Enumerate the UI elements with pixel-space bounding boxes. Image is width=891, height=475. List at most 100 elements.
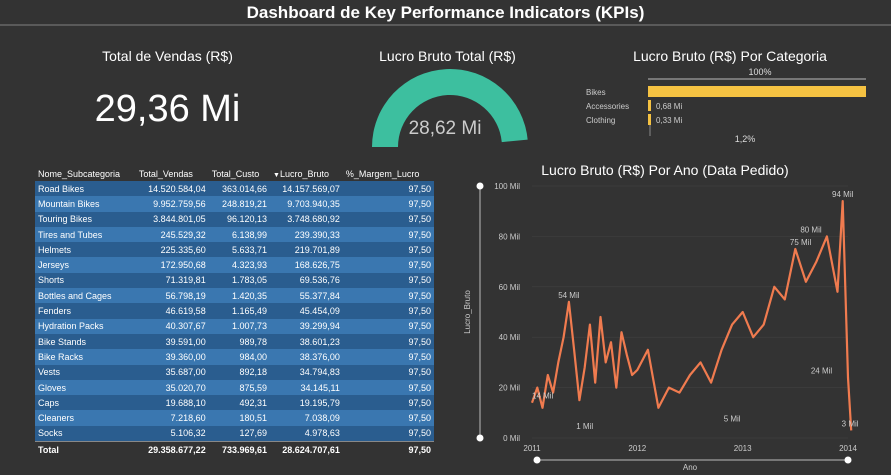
cell-subcategoria: Caps xyxy=(35,395,136,411)
annotation-label: 24 Mil xyxy=(811,367,833,376)
x-slider-handle-right[interactable] xyxy=(844,456,852,464)
category-bar-2[interactable] xyxy=(648,114,651,125)
annotation-label: 5 Mil xyxy=(724,414,741,423)
cell-lucro: 168.626,75 xyxy=(270,257,343,273)
cell-custo: 4.323,93 xyxy=(208,257,271,273)
cell-vendas: 35.687,00 xyxy=(135,364,209,380)
total-custo: 733.969,61 xyxy=(208,441,271,458)
cell-subcategoria: Tires and Tubes xyxy=(35,226,136,243)
cell-margem: 97,50 xyxy=(342,272,434,289)
table-row[interactable]: Hydration Packs 40.307,67 1.007,73 39.299,9… xyxy=(35,318,434,334)
sort-desc-icon: ▼ xyxy=(273,172,280,179)
cell-lucro: 7.038,09 xyxy=(270,410,343,426)
cell-custo: 1.165,49 xyxy=(208,303,271,319)
cell-custo: 1.783,05 xyxy=(208,272,271,289)
cell-margem: 97,50 xyxy=(342,333,434,350)
cell-custo: 892,18 xyxy=(208,364,271,380)
category-label-2: Clothing xyxy=(586,116,615,125)
table-row[interactable]: Fenders 46.619,58 1.165,49 45.454,09 97,50 xyxy=(35,303,434,319)
cell-subcategoria: Bike Stands xyxy=(35,333,136,350)
cell-custo: 363.014,66 xyxy=(208,181,271,197)
cell-subcategoria: Jerseys xyxy=(35,257,136,273)
table-row[interactable]: Caps 19.688,10 492,31 19.195,79 97,50 xyxy=(35,395,434,411)
col-header-custo[interactable]: Total_Custo xyxy=(209,167,270,181)
cell-margem: 97,50 xyxy=(342,349,434,365)
cell-vendas: 14.520.584,04 xyxy=(135,181,209,197)
categoria-chart-title: Lucro Bruto (R$) Por Categoria xyxy=(633,48,827,64)
category-value-1: 0,68 Mi xyxy=(656,102,682,111)
annotation-label: 75 Mil xyxy=(790,238,812,247)
cell-vendas: 172.950,68 xyxy=(135,257,209,273)
col-header-margem[interactable]: %_Margem_Lucro xyxy=(343,167,434,181)
table-row[interactable]: Helmets 225.335,60 5.633,71 219.701,89 97,50 xyxy=(35,242,434,258)
y-tick-label: 20 Mil xyxy=(499,384,521,393)
cell-custo: 984,00 xyxy=(208,349,271,365)
cell-margem: 97,50 xyxy=(342,226,434,243)
cell-subcategoria: Bike Racks xyxy=(35,349,136,365)
table-row[interactable]: Mountain Bikes 9.952.759,56 248.819,21 9.70… xyxy=(35,196,434,212)
table-row[interactable]: Touring Bikes 3.844.801,05 96.120,13 3.748.… xyxy=(35,211,434,227)
cell-subcategoria: Helmets xyxy=(35,242,136,258)
cell-lucro: 3.748.680,92 xyxy=(270,211,343,227)
cell-lucro: 239.390,33 xyxy=(270,226,343,243)
total-margem: 97,50 xyxy=(342,441,434,458)
series-line[interactable] xyxy=(530,200,853,431)
col-header-vendas[interactable]: Total_Vendas xyxy=(136,167,209,181)
cell-vendas: 35.020,70 xyxy=(135,379,209,396)
table-row[interactable]: Vests 35.687,00 892,18 34.794,83 97,50 xyxy=(35,364,434,380)
cell-custo: 5.633,71 xyxy=(208,242,271,258)
cell-subcategoria: Shorts xyxy=(35,272,136,289)
cell-lucro: 19.195,79 xyxy=(270,395,343,411)
annotation-label: 80 Mil xyxy=(800,225,822,234)
table-row[interactable]: Bike Stands 39.591,00 989,78 38.601,23 97,50 xyxy=(35,333,434,350)
categoria-bottom-label: 1,2% xyxy=(734,134,756,144)
x-axis-title: Ano xyxy=(683,463,698,472)
annotation-label: 94 Mil xyxy=(832,190,854,199)
y-slider-handle-bottom[interactable] xyxy=(476,434,484,442)
cell-vendas: 39.360,00 xyxy=(135,349,209,365)
x-tick-label: 2011 xyxy=(523,444,541,453)
col-header-subcategoria[interactable]: Nome_Subcategoria xyxy=(35,167,136,181)
cell-subcategoria: Bottles and Cages xyxy=(35,288,136,304)
ano-line-chart: 0 Mil 20 Mil 40 Mil 60 Mil 80 Mil 100 Mil 2011… xyxy=(463,182,859,472)
cell-subcategoria: Cleaners xyxy=(35,410,136,426)
x-tick-label: 2013 xyxy=(734,444,752,453)
cell-custo: 180,51 xyxy=(208,410,271,426)
cell-vendas: 7.218,60 xyxy=(135,410,209,426)
categoria-top-axis xyxy=(648,78,866,80)
table-row[interactable]: Bottles and Cages 56.798,19 1.420,35 55.377… xyxy=(35,288,434,304)
table-row[interactable]: Bike Racks 39.360,00 984,00 38.376,00 97,50 xyxy=(35,349,434,365)
table-row[interactable]: Gloves 35.020,70 875,59 34.145,11 97,50 xyxy=(35,379,434,396)
x-slider-handle-left[interactable] xyxy=(533,456,541,464)
cell-margem: 97,50 xyxy=(342,257,434,273)
kpi-table: Nome_Subcategoria Total_Vendas Total_Cus… xyxy=(35,167,434,458)
cell-margem: 97,50 xyxy=(342,211,434,227)
categoria-top-label: 100% xyxy=(748,67,772,77)
x-tick-label: 2014 xyxy=(839,444,857,453)
cell-subcategoria: Mountain Bikes xyxy=(35,196,136,212)
cell-lucro: 14.157.569,07 xyxy=(270,181,343,197)
cell-lucro: 9.703.940,35 xyxy=(270,196,343,212)
cell-custo: 127,69 xyxy=(208,425,271,442)
table-row[interactable]: Jerseys 172.950,68 4.323,93 168.626,75 97,50 xyxy=(35,257,434,273)
cell-margem: 97,50 xyxy=(342,288,434,304)
col-header-lucro[interactable]: ▼Lucro_Bruto xyxy=(270,167,343,181)
cell-margem: 97,50 xyxy=(342,379,434,396)
category-bar-0[interactable] xyxy=(648,86,866,97)
cell-subcategoria: Fenders xyxy=(35,303,136,319)
table-row[interactable]: Road Bikes 14.520.584,04 363.014,66 14.157.… xyxy=(35,181,434,197)
category-bar-1[interactable] xyxy=(648,100,651,111)
cell-margem: 97,50 xyxy=(342,364,434,380)
cell-lucro: 34.794,83 xyxy=(270,364,343,380)
categoria-bar-chart: Bikes Accessories 0,68 Mi Clothing 0,33 Mi xyxy=(586,86,866,136)
table-row[interactable]: Shorts 71.319,81 1.783,05 69.536,76 97,50 xyxy=(35,272,434,289)
cell-margem: 97,50 xyxy=(342,242,434,258)
table-row[interactable]: Cleaners 7.218,60 180,51 7.038,09 97,50 xyxy=(35,410,434,426)
table-row[interactable]: Tires and Tubes 245.529,32 6.138,99 239.390… xyxy=(35,226,434,243)
y-slider-handle-top[interactable] xyxy=(476,182,484,190)
annotation-label: 14 Mil xyxy=(532,392,554,401)
table-row[interactable]: Socks 5.106,32 127,69 4.978,63 97,50 xyxy=(35,425,434,442)
cell-vendas: 56.798,19 xyxy=(135,288,209,304)
cell-margem: 97,50 xyxy=(342,303,434,319)
cell-vendas: 245.529,32 xyxy=(135,226,209,243)
